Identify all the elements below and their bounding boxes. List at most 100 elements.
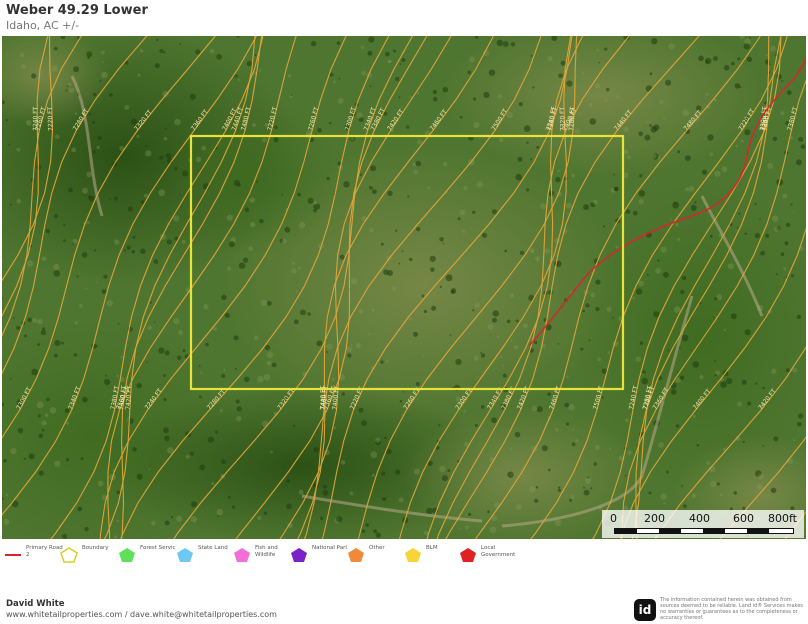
tree-speckle — [598, 61, 601, 64]
tree-speckle — [674, 306, 681, 313]
tree-speckle — [358, 407, 364, 413]
tree-speckle — [358, 309, 364, 314]
tree-speckle — [369, 85, 372, 88]
tree-speckle — [37, 343, 40, 346]
tree-speckle — [151, 521, 156, 526]
tree-speckle — [759, 218, 761, 220]
tree-speckle — [395, 469, 401, 475]
tree-speckle — [737, 57, 741, 61]
tree-speckle — [297, 192, 301, 197]
tree-speckle — [270, 450, 273, 454]
tree-speckle — [638, 199, 644, 205]
tree-speckle — [534, 340, 538, 345]
tree-speckle — [313, 203, 321, 211]
tree-speckle — [96, 281, 98, 283]
tree-speckle — [387, 270, 393, 276]
satellite-map[interactable]: 7220 FT 7240 FT 7260 FT 7280 FT 7300 FT 7320 … — [2, 36, 806, 539]
tree-speckle — [156, 38, 159, 42]
tree-speckle — [281, 194, 283, 196]
tree-speckle — [476, 376, 479, 378]
tree-speckle — [45, 228, 51, 234]
tree-speckle — [762, 444, 765, 447]
tree-speckle — [329, 122, 332, 125]
map-subtitle: Idaho, AC +/- — [6, 19, 80, 32]
tree-speckle — [730, 313, 737, 320]
tree-speckle — [211, 482, 215, 486]
tree-speckle — [646, 274, 649, 276]
tree-speckle — [228, 241, 235, 248]
tree-speckle — [463, 410, 466, 413]
tree-speckle — [683, 504, 687, 509]
tree-speckle — [191, 501, 198, 508]
tree-speckle — [82, 187, 88, 194]
tree-speckle — [137, 73, 141, 77]
tree-speckle — [612, 317, 614, 319]
tree-speckle — [690, 204, 697, 211]
tree-speckle — [380, 360, 384, 364]
tree-speckle — [368, 333, 371, 336]
tree-speckle — [565, 202, 573, 209]
tree-speckle — [361, 70, 366, 76]
tree-speckle — [641, 377, 648, 385]
scale-labels: 0 200 400 600 800ft — [602, 512, 804, 526]
tree-speckle — [307, 197, 314, 204]
tree-speckle — [260, 299, 268, 306]
tree-speckle — [158, 347, 165, 354]
tree-speckle — [53, 353, 58, 358]
tree-speckle — [648, 491, 652, 495]
tree-speckle — [747, 401, 752, 406]
tree-speckle — [28, 453, 35, 460]
tree-speckle — [136, 382, 142, 389]
tree-speckle — [131, 250, 136, 254]
tree-speckle — [488, 69, 496, 76]
tree-speckle — [771, 368, 777, 374]
legend-label: Local Government — [481, 545, 516, 558]
tree-speckle — [696, 443, 700, 447]
tree-speckle — [68, 187, 73, 193]
tree-speckle — [132, 447, 137, 452]
tree-speckle — [713, 98, 717, 102]
map-canvas[interactable]: 7220 FT7240 FT7260 FT 7280 FT7300 FT7320 … — [2, 36, 806, 539]
tree-speckle — [159, 155, 164, 160]
tree-speckle — [590, 487, 593, 490]
tree-speckle — [82, 396, 88, 403]
tree-speckle — [165, 152, 172, 159]
tree-speckle — [92, 120, 95, 124]
tree-speckle — [447, 469, 451, 472]
tree-speckle — [784, 241, 789, 246]
scale-segment — [615, 529, 637, 533]
agent-contact[interactable]: www.whitetailproperties.com / dave.white… — [6, 610, 277, 619]
tree-speckle — [613, 186, 619, 192]
tree-speckle — [297, 266, 301, 270]
tree-speckle — [203, 304, 209, 310]
tree-speckle — [740, 139, 744, 143]
tree-speckle — [101, 71, 108, 79]
tree-speckle — [116, 519, 119, 522]
tree-speckle — [266, 360, 272, 366]
tree-speckle — [201, 145, 207, 151]
tree-speckle — [749, 37, 751, 39]
tree-speckle — [442, 242, 445, 245]
tree-speckle — [88, 195, 95, 202]
tree-speckle — [554, 427, 559, 432]
tree-speckle — [660, 246, 667, 253]
tree-speckle — [579, 112, 582, 115]
tree-speckle — [209, 48, 215, 54]
tree-speckle — [370, 165, 377, 172]
tree-speckle — [682, 109, 690, 117]
tree-speckle — [246, 60, 253, 67]
tree-speckle — [356, 112, 363, 119]
tree-speckle — [144, 193, 148, 198]
tree-speckle — [581, 72, 584, 75]
tree-speckle — [86, 171, 93, 178]
tree-speckle — [381, 471, 386, 476]
tree-speckle — [574, 128, 581, 135]
tree-speckle — [49, 407, 57, 414]
tree-speckle — [754, 202, 757, 205]
tree-speckle — [688, 185, 695, 192]
tree-speckle — [254, 53, 257, 56]
tree-speckle — [349, 491, 354, 496]
tree-speckle — [153, 321, 156, 324]
tree-speckle — [293, 424, 296, 428]
tree-speckle — [684, 155, 691, 162]
